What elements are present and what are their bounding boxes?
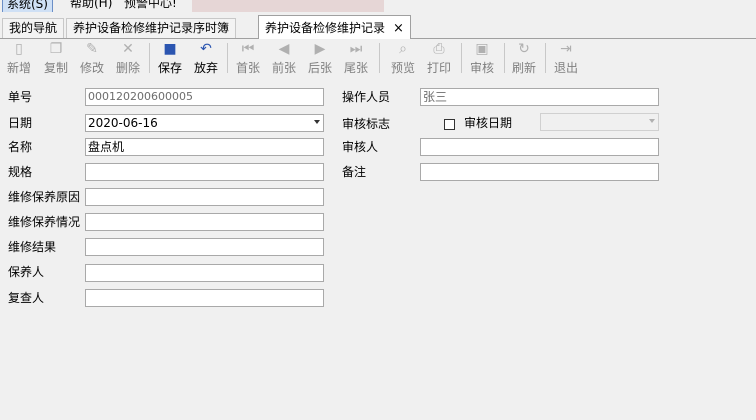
save-label: 保存 [157, 61, 182, 75]
spec-field[interactable] [85, 163, 324, 181]
menu-system[interactable]: 系统(S) [2, 0, 53, 12]
menu-help[interactable]: 帮助(H) [70, 0, 112, 11]
undo-icon: ↶ [200, 41, 212, 57]
refresh-label: 刷新 [511, 61, 536, 75]
maintainer-label: 保养人 [8, 265, 45, 279]
new-label: 新增 [6, 61, 31, 75]
refresh-icon: ↻ [518, 41, 530, 57]
exit-label: 退出 [553, 61, 578, 75]
first-button[interactable]: ⏮ 首张 [231, 41, 265, 77]
maintainer-field[interactable] [85, 264, 324, 282]
new-document-icon: ▯ [15, 41, 23, 57]
edit-icon: ✎ [86, 41, 98, 57]
operator-field[interactable]: 张三 [420, 88, 659, 106]
doc-no-field[interactable]: 000120200600005 [85, 88, 324, 106]
delete-label: 删除 [115, 61, 140, 75]
remark-field[interactable] [420, 163, 659, 181]
next-label: 后张 [307, 61, 332, 75]
save-icon: ■ [163, 41, 177, 57]
toolbar-separator [149, 43, 150, 73]
menu-alert-center[interactable]: 预警中心! [124, 0, 177, 11]
repair-status-label: 维修保养情况 [8, 215, 81, 229]
audit-flag-label: 审核标志 [342, 117, 391, 131]
preview-icon: ⌕ [399, 41, 407, 57]
tab-label: 我的导航 [9, 21, 58, 35]
new-button[interactable]: ▯ 新增 [2, 41, 36, 77]
date-picker[interactable]: 2020-06-16 [85, 114, 324, 132]
repair-reason-label: 维修保养原因 [8, 190, 81, 204]
audit-date-picker[interactable] [540, 113, 659, 131]
discard-button[interactable]: ↶ 放弃 [189, 41, 223, 77]
audit-label: 审核 [469, 61, 494, 75]
reviewer-label: 复查人 [8, 291, 45, 305]
auditor-field[interactable] [420, 138, 659, 156]
menu-highlight-area [192, 0, 384, 12]
preview-button[interactable]: ⌕ 预览 [386, 41, 420, 77]
dropdown-arrow-icon[interactable] [314, 120, 320, 124]
delete-icon: ✕ [122, 41, 134, 57]
prev-label: 前张 [271, 61, 296, 75]
audit-button[interactable]: ▣ 审核 [465, 41, 499, 77]
first-label: 首张 [235, 61, 260, 75]
last-button[interactable]: ⏭ 尾张 [339, 41, 373, 77]
reviewer-field[interactable] [85, 289, 324, 307]
tab-bar: 我的导航 养护设备检修维护记录序时簿 养护设备检修维护记录 × [0, 15, 756, 39]
refresh-button[interactable]: ↻ 刷新 [507, 41, 541, 77]
last-page-icon: ⏭ [349, 41, 363, 57]
toolbar-separator [545, 43, 546, 73]
close-icon[interactable]: × [393, 21, 404, 36]
discard-label: 放弃 [193, 61, 218, 75]
name-label: 名称 [8, 140, 33, 154]
toolbar: ▯ 新增 ❐ 复制 ✎ 修改 ✕ 删除 ■ 保存 ↶ 放弃 ⏮ 首张 ◀ 前张 ▶ 后张 ⏭ 尾张 … [0, 39, 756, 79]
record-form: 单号 000120200600005 日期 2020-06-16 名称 盘点机 … [0, 80, 756, 420]
tab-label: 养护设备检修维护记录 [265, 21, 386, 35]
first-page-icon: ⏮ [241, 41, 255, 57]
repair-reason-field[interactable] [85, 188, 324, 206]
date-value: 2020-06-16 [88, 116, 158, 130]
delete-button[interactable]: ✕ 删除 [111, 41, 145, 77]
toolbar-separator [379, 43, 380, 73]
prev-page-icon: ◀ [278, 41, 290, 57]
printer-icon: ⎙ [433, 41, 445, 57]
menu-bar: 系统(S) 帮助(H) 预警中心! [0, 0, 756, 12]
toolbar-separator [461, 43, 462, 73]
exit-icon: ⇥ [560, 41, 572, 57]
doc-no-label: 单号 [8, 90, 33, 104]
save-button[interactable]: ■ 保存 [153, 41, 187, 77]
toolbar-separator [504, 43, 505, 73]
print-label: 打印 [426, 61, 451, 75]
remark-label: 备注 [342, 165, 367, 179]
copy-button[interactable]: ❐ 复制 [39, 41, 73, 77]
last-label: 尾张 [343, 61, 368, 75]
tab-my-navigation[interactable]: 我的导航 [2, 18, 65, 38]
next-page-icon: ▶ [314, 41, 326, 57]
name-field[interactable]: 盘点机 [85, 138, 324, 156]
tab-label: 养护设备检修维护记录序时簿 [73, 21, 230, 35]
auditor-label: 审核人 [342, 140, 379, 154]
copy-label: 复制 [43, 61, 68, 75]
date-label: 日期 [8, 116, 33, 130]
print-button[interactable]: ⎙ 打印 [422, 41, 456, 77]
repair-status-field[interactable] [85, 213, 324, 231]
copy-icon: ❐ [49, 41, 63, 57]
next-button[interactable]: ▶ 后张 [303, 41, 337, 77]
audit-date-label: 审核日期 [464, 116, 513, 130]
audit-flag-checkbox[interactable] [444, 119, 455, 130]
preview-label: 预览 [390, 61, 415, 75]
prev-button[interactable]: ◀ 前张 [267, 41, 301, 77]
edit-label: 修改 [79, 61, 104, 75]
tab-maintenance-record[interactable]: 养护设备检修维护记录 × [258, 15, 411, 39]
exit-button[interactable]: ⇥ 退出 [549, 41, 583, 77]
spec-label: 规格 [8, 165, 33, 179]
dropdown-arrow-icon[interactable] [649, 119, 655, 123]
edit-button[interactable]: ✎ 修改 [75, 41, 109, 77]
tab-maintenance-record-list[interactable]: 养护设备检修维护记录序时簿 [66, 18, 237, 38]
audit-icon: ▣ [475, 41, 489, 57]
repair-result-label: 维修结果 [8, 240, 57, 254]
operator-label: 操作人员 [342, 90, 391, 104]
toolbar-separator [227, 43, 228, 73]
repair-result-field[interactable] [85, 238, 324, 256]
